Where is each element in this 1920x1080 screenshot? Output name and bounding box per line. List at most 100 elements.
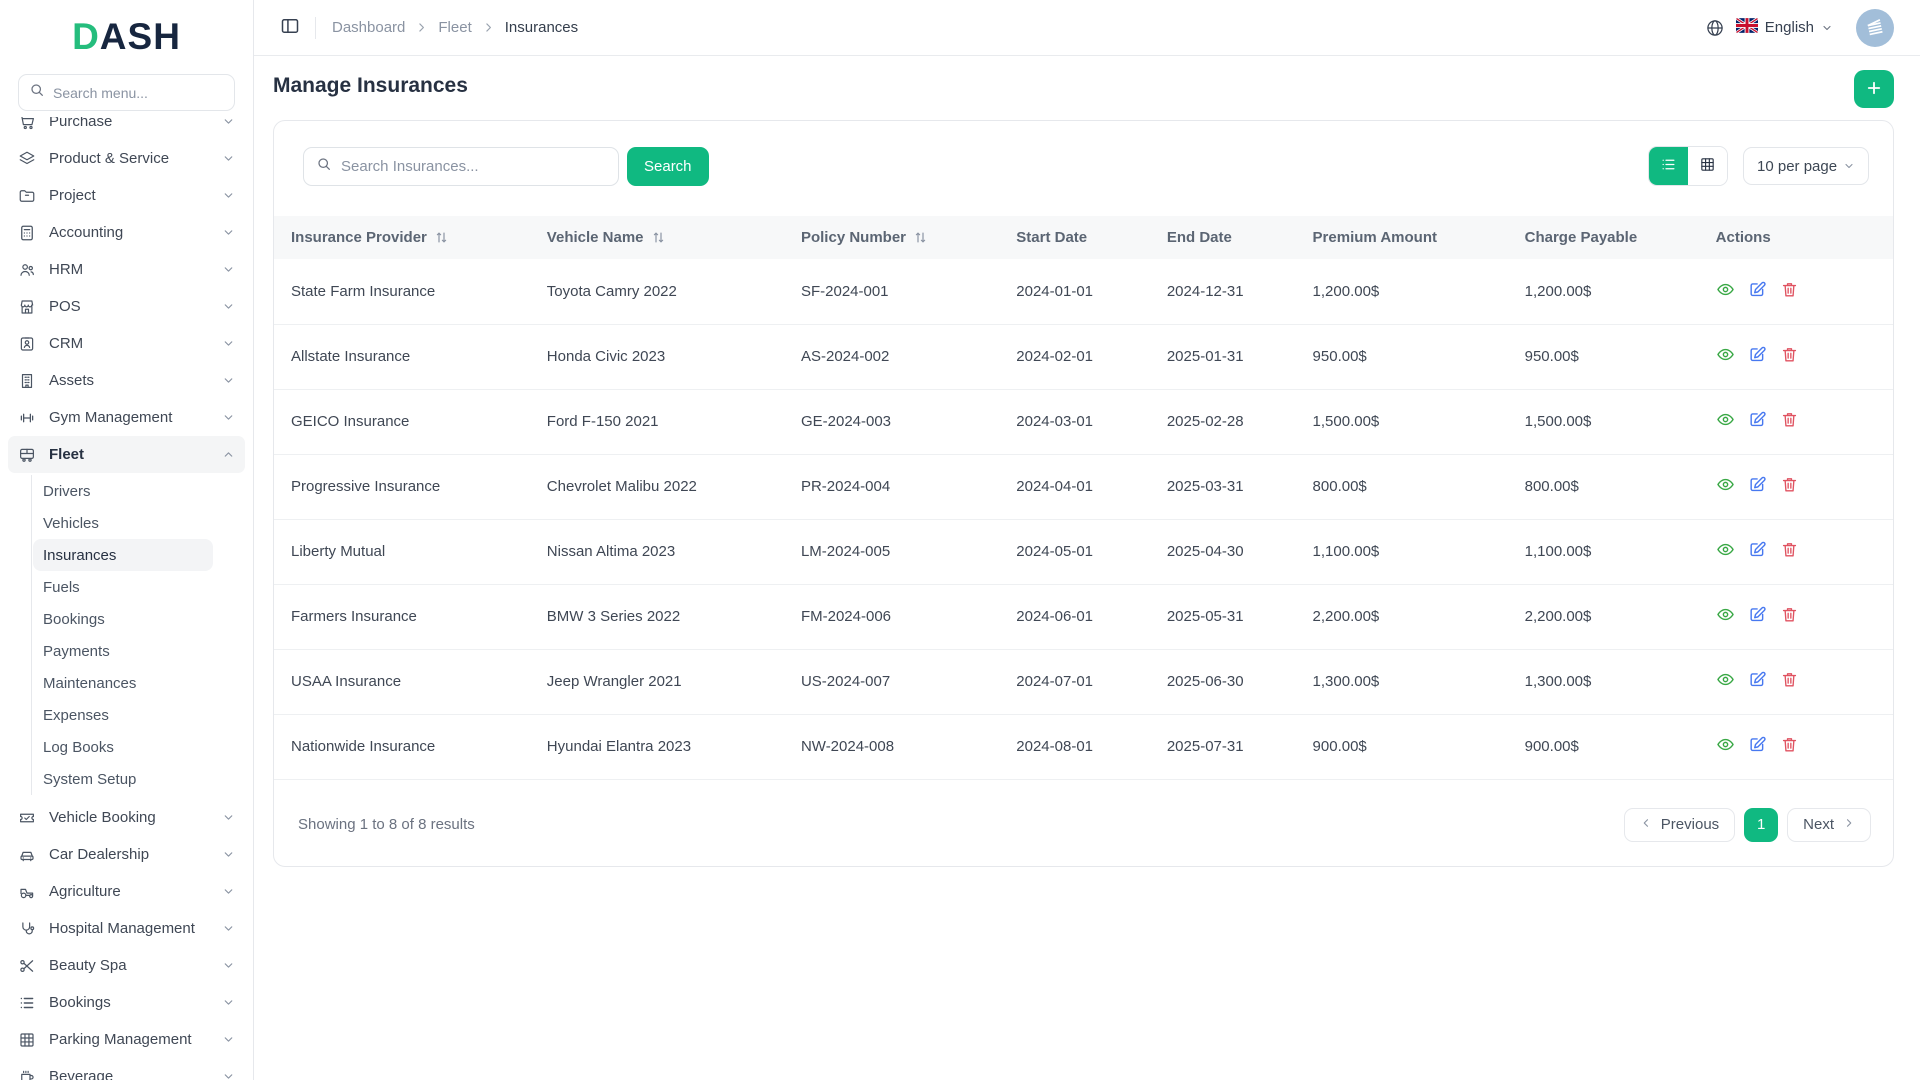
edit-button[interactable] <box>1748 605 1767 624</box>
column-header-vehicle-name[interactable]: Vehicle Name <box>530 216 784 259</box>
sidebar-toggle-button[interactable] <box>275 13 305 43</box>
sort-icon[interactable] <box>913 230 928 245</box>
view-button[interactable] <box>1716 345 1735 364</box>
sidebar-item-vehicles[interactable]: Vehicles <box>33 507 213 539</box>
sidebar-item-fuels[interactable]: Fuels <box>33 571 213 603</box>
delete-button[interactable] <box>1780 410 1799 429</box>
sidebar-item-parking-management[interactable]: Parking Management <box>8 1021 245 1058</box>
next-page-button[interactable]: Next <box>1787 807 1871 842</box>
logo-rest: ASH <box>99 16 181 57</box>
breadcrumb-dashboard[interactable]: Dashboard <box>332 19 405 36</box>
logo-letter-d: D <box>72 16 100 57</box>
eye-icon <box>1716 410 1735 429</box>
edit-button[interactable] <box>1748 670 1767 689</box>
edit-button[interactable] <box>1748 540 1767 559</box>
edit-icon <box>1748 475 1767 494</box>
delete-button[interactable] <box>1780 735 1799 754</box>
sidebar-item-crm[interactable]: CRM <box>8 325 245 362</box>
sidebar-item-beverage[interactable]: Beverage <box>8 1058 245 1080</box>
trash-icon <box>1780 735 1799 754</box>
view-button[interactable] <box>1716 605 1735 624</box>
sidebar-item-agriculture[interactable]: Agriculture <box>8 873 245 910</box>
avatar[interactable] <box>1856 8 1894 47</box>
sidebar-item-drivers[interactable]: Drivers <box>33 475 213 507</box>
cell-actions <box>1698 714 1893 780</box>
sidebar: DASH PurchaseProduct & ServiceProjectAcc… <box>0 0 254 1080</box>
sidebar-item-car-dealership[interactable]: Car Dealership <box>8 836 245 873</box>
sidebar-search-input[interactable] <box>53 84 224 101</box>
sidebar-item-hospital-management[interactable]: Hospital Management <box>8 910 245 947</box>
edit-button[interactable] <box>1748 280 1767 299</box>
cell-provider: Allstate Insurance <box>274 324 530 390</box>
delete-button[interactable] <box>1780 475 1799 494</box>
results-summary: Showing 1 to 8 of 8 results <box>298 816 475 833</box>
sidebar-item-vehicle-booking[interactable]: Vehicle Booking <box>8 799 245 836</box>
view-button[interactable] <box>1716 670 1735 689</box>
delete-button[interactable] <box>1780 280 1799 299</box>
sidebar-item-bookings[interactable]: Bookings <box>8 984 245 1021</box>
cell-actions <box>1698 519 1893 585</box>
sort-icon[interactable] <box>651 230 666 245</box>
sidebar-item-pos[interactable]: POS <box>8 288 245 325</box>
chevron-down-icon <box>222 848 235 861</box>
breadcrumb: Dashboard Fleet Insurances <box>332 19 578 36</box>
column-header-insurance-provider[interactable]: Insurance Provider <box>274 216 530 259</box>
panel-icon <box>280 16 300 39</box>
sidebar-item-beauty-spa[interactable]: Beauty Spa <box>8 947 245 984</box>
sidebar-item-assets[interactable]: Assets <box>8 362 245 399</box>
cell-start: 2024-05-01 <box>999 519 1150 585</box>
search-button[interactable]: Search <box>627 146 709 186</box>
sidebar-item-gym-management[interactable]: Gym Management <box>8 399 245 436</box>
sidebar-item-accounting[interactable]: Accounting <box>8 214 245 251</box>
sidebar-search <box>18 74 235 111</box>
edit-button[interactable] <box>1748 345 1767 364</box>
per-page-select[interactable]: 10 per page <box>1743 147 1869 185</box>
edit-button[interactable] <box>1748 735 1767 754</box>
sidebar-item-insurances[interactable]: Insurances <box>33 539 213 571</box>
sidebar-item-purchase[interactable]: Purchase <box>8 117 245 140</box>
delete-button[interactable] <box>1780 540 1799 559</box>
sidebar-item-project[interactable]: Project <box>8 177 245 214</box>
sidebar-item-fleet[interactable]: Fleet <box>8 436 245 473</box>
sidebar-item-expenses[interactable]: Expenses <box>33 699 213 731</box>
table-header-row: Insurance Provider Vehicle Name Policy Num… <box>274 216 1893 259</box>
sidebar-item-hrm[interactable]: HRM <box>8 251 245 288</box>
sort-icon[interactable] <box>434 230 449 245</box>
sidebar-item-maintenances[interactable]: Maintenances <box>33 667 213 699</box>
sidebar-item-payments[interactable]: Payments <box>33 635 213 667</box>
cell-provider: Liberty Mutual <box>274 519 530 585</box>
list-icon <box>18 994 36 1012</box>
delete-button[interactable] <box>1780 345 1799 364</box>
page-1-button[interactable]: 1 <box>1744 807 1779 842</box>
cell-actions <box>1698 324 1893 390</box>
chevron-right-icon <box>1843 816 1855 833</box>
grid-view-button[interactable] <box>1688 147 1727 185</box>
insurance-search-input[interactable] <box>341 157 606 175</box>
previous-page-button[interactable]: Previous <box>1623 807 1736 842</box>
sidebar-item-bookings[interactable]: Bookings <box>33 603 213 635</box>
view-button[interactable] <box>1716 410 1735 429</box>
edit-button[interactable] <box>1748 410 1767 429</box>
view-button[interactable] <box>1716 735 1735 754</box>
delete-button[interactable] <box>1780 605 1799 624</box>
cell-charge: 2,200.00$ <box>1507 584 1699 650</box>
column-header-policy-number[interactable]: Policy Number <box>784 216 999 259</box>
edit-button[interactable] <box>1748 475 1767 494</box>
sidebar-item-system-setup[interactable]: System Setup <box>33 763 213 795</box>
column-header-charge-payable: Charge Payable <box>1524 229 1638 246</box>
sidebar-item-product-service[interactable]: Product & Service <box>8 140 245 177</box>
list-view-button[interactable] <box>1649 147 1688 185</box>
cell-premium: 1,100.00$ <box>1295 519 1508 585</box>
globe-icon[interactable] <box>1705 18 1725 38</box>
view-button[interactable] <box>1716 280 1735 299</box>
view-button[interactable] <box>1716 540 1735 559</box>
breadcrumb-fleet[interactable]: Fleet <box>438 19 471 36</box>
language-selector[interactable]: English <box>1734 16 1833 38</box>
page-head: Manage Insurances <box>273 70 1894 108</box>
delete-button[interactable] <box>1780 670 1799 689</box>
cell-premium: 900.00$ <box>1295 714 1508 780</box>
add-insurance-button[interactable] <box>1854 70 1894 108</box>
sidebar-item-log-books[interactable]: Log Books <box>33 731 213 763</box>
view-button[interactable] <box>1716 475 1735 494</box>
chevron-down-icon <box>222 226 235 239</box>
